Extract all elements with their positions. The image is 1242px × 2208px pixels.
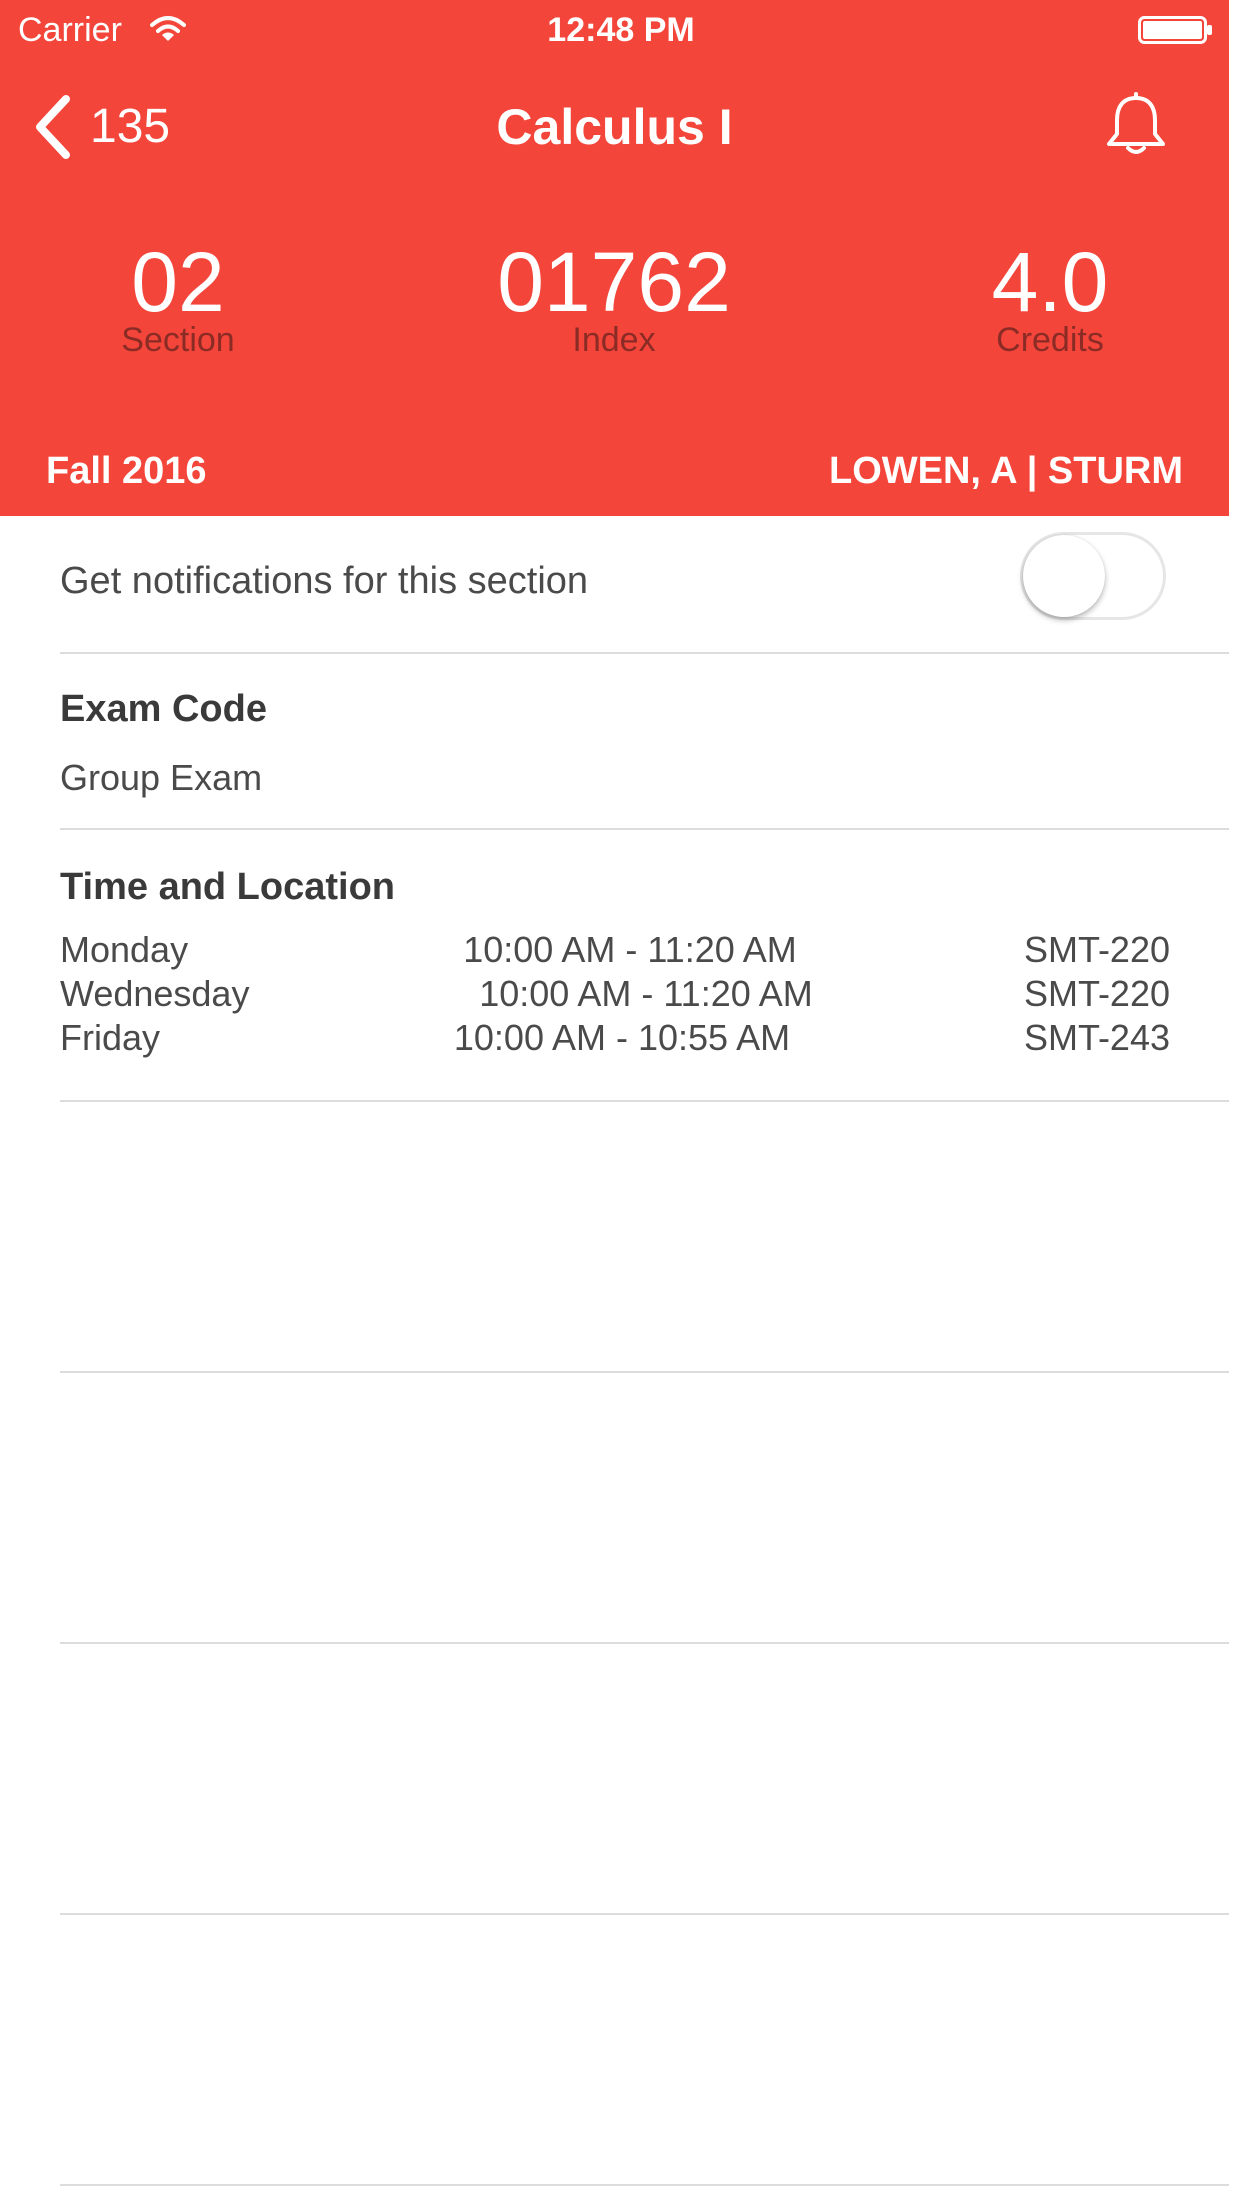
credits-value: 4.0 [991,235,1109,329]
toggle-knob [1023,535,1105,617]
exam-code-title: Exam Code [60,688,267,730]
schedule-row: Friday 10:00 AM - 10:55 AM SMT-243 [60,1016,1170,1060]
schedule-room: SMT-220 [1023,973,1170,1014]
notification-row: Get notifications for this section [60,532,1170,632]
notification-toggle[interactable] [1020,532,1166,620]
divider [60,1100,1229,1102]
exam-code-value: Group Exam [60,757,263,798]
credits-label: Credits [996,321,1104,359]
page-title: Calculus I [496,99,733,155]
instructors-label: LOWEN, A | STURM [828,450,1183,492]
right-edge-strip [1229,0,1242,2208]
course-header: Carrier 12:48 PM 135 Calculus I 02 Secti… [0,0,1229,516]
schedule-day: Wednesday [60,973,250,1014]
schedule-time: 10:00 AM - 11:20 AM [479,973,813,1014]
notification-label: Get notifications for this section [60,560,589,602]
divider [60,1371,1229,1373]
divider [60,1642,1229,1644]
battery-icon [1138,16,1212,44]
schedule-list: Monday 10:00 AM - 11:20 AM SMT-220 Wedne… [60,928,1170,1060]
bell-icon[interactable] [1104,88,1168,160]
stat-credits: 4.0 Credits [870,232,1230,360]
status-time: 12:48 PM [547,11,695,49]
schedule-room: SMT-243 [1023,1017,1170,1058]
schedule-time: 10:00 AM - 11:20 AM [463,929,797,970]
stat-index: 01762 Index [434,232,794,360]
section-value: 02 [131,235,225,329]
section-label: Section [121,321,235,359]
index-value: 01762 [497,235,731,329]
schedule-time: 10:00 AM - 10:55 AM [453,1017,791,1058]
divider [60,828,1229,830]
index-label: Index [572,321,656,359]
stat-section: 02 Section [0,232,358,360]
schedule-row: Monday 10:00 AM - 11:20 AM SMT-220 [60,928,1170,972]
time-location-title: Time and Location [60,866,396,908]
term-label: Fall 2016 [46,450,207,492]
schedule-day: Monday [60,929,189,970]
schedule-day: Friday [60,1017,161,1058]
divider [60,2184,1229,2186]
schedule-room: SMT-220 [1023,929,1170,970]
schedule-row: Wednesday 10:00 AM - 11:20 AM SMT-220 [60,972,1170,1016]
divider [60,652,1229,654]
divider [60,1913,1229,1915]
